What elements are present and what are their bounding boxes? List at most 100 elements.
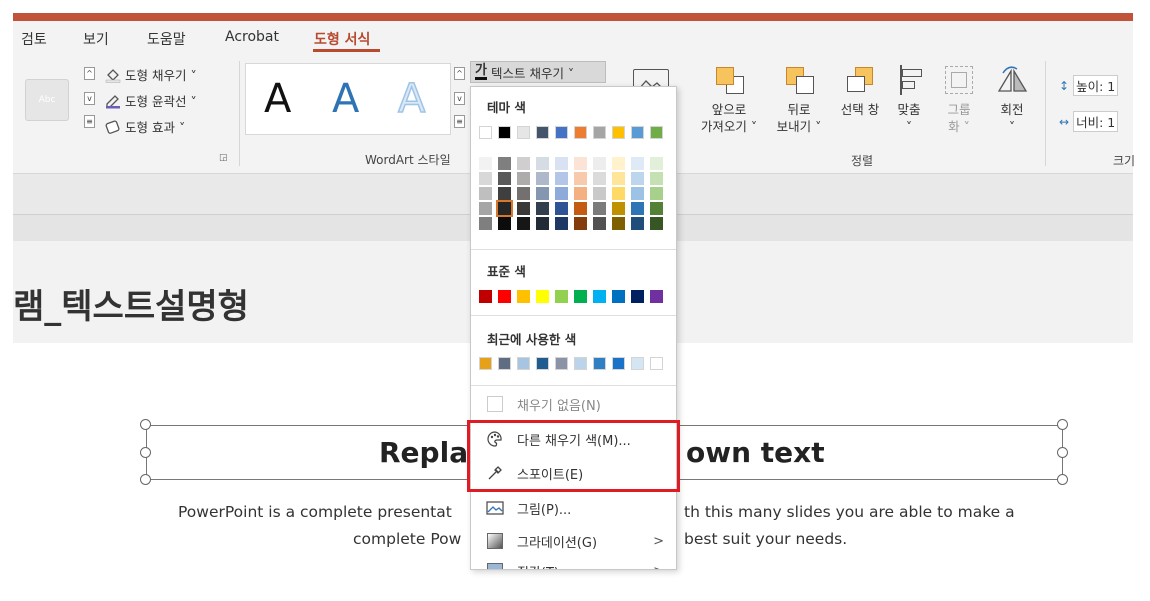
color-swatch[interactable] <box>536 217 549 230</box>
color-swatch[interactable] <box>650 126 663 139</box>
text-fill-button[interactable]: 가 텍스트 채우기 ˅ <box>470 61 606 83</box>
texture-fill-item[interactable]: 질감(T) > <box>471 557 676 569</box>
slide-title[interactable]: 램_텍스트설명형 <box>13 279 249 328</box>
color-swatch[interactable] <box>496 200 513 217</box>
resize-handle[interactable] <box>1057 474 1068 485</box>
color-swatch[interactable] <box>517 290 530 303</box>
color-swatch[interactable] <box>555 290 568 303</box>
gallery-down-button[interactable]: v <box>84 92 95 105</box>
color-swatch[interactable] <box>555 126 568 139</box>
color-swatch[interactable] <box>536 202 549 215</box>
bring-forward-button[interactable]: 앞으로 가져오기 ˅ <box>697 63 761 135</box>
color-swatch[interactable] <box>631 126 644 139</box>
rotate-button[interactable]: 회전 ˅ <box>987 63 1037 135</box>
color-swatch[interactable] <box>650 217 663 230</box>
color-swatch[interactable] <box>479 290 492 303</box>
shape-fill-button[interactable]: 도형 채우기 ˅ <box>104 65 197 84</box>
color-swatch[interactable] <box>574 126 587 139</box>
color-swatch[interactable] <box>536 126 549 139</box>
color-swatch[interactable] <box>631 157 644 170</box>
color-swatch[interactable] <box>479 187 492 200</box>
color-swatch[interactable] <box>631 217 644 230</box>
color-swatch[interactable] <box>536 157 549 170</box>
color-swatch[interactable] <box>593 157 606 170</box>
shape-outline-button[interactable]: 도형 윤곽선 ˅ <box>104 91 197 110</box>
color-swatch[interactable] <box>612 202 625 215</box>
resize-handle[interactable] <box>140 419 151 430</box>
gradient-fill-item[interactable]: 그라데이션(G) > <box>471 527 676 555</box>
shape-effects-button[interactable]: 도형 효과 ˅ <box>104 117 185 136</box>
color-swatch[interactable] <box>555 357 568 370</box>
color-swatch[interactable] <box>574 157 587 170</box>
color-swatch[interactable] <box>498 157 511 170</box>
color-swatch[interactable] <box>555 217 568 230</box>
resize-handle[interactable] <box>1057 447 1068 458</box>
shape-style-sample[interactable]: Abc <box>25 79 69 121</box>
color-swatch[interactable] <box>555 172 568 185</box>
color-swatch[interactable] <box>517 187 530 200</box>
color-swatch[interactable] <box>612 290 625 303</box>
color-swatch[interactable] <box>593 357 606 370</box>
color-swatch[interactable] <box>650 187 663 200</box>
color-swatch[interactable] <box>536 357 549 370</box>
color-swatch[interactable] <box>517 157 530 170</box>
gallery-more-button[interactable]: ≡ <box>84 115 95 128</box>
resize-handle[interactable] <box>140 447 151 458</box>
color-swatch[interactable] <box>479 157 492 170</box>
color-swatch[interactable] <box>517 202 530 215</box>
color-swatch[interactable] <box>612 187 625 200</box>
resize-handle[interactable] <box>1057 419 1068 430</box>
color-swatch[interactable] <box>536 187 549 200</box>
color-swatch[interactable] <box>631 357 644 370</box>
resize-handle[interactable] <box>140 474 151 485</box>
color-swatch[interactable] <box>555 187 568 200</box>
color-swatch[interactable] <box>574 202 587 215</box>
color-swatch[interactable] <box>517 217 530 230</box>
color-swatch[interactable] <box>650 290 663 303</box>
color-swatch[interactable] <box>650 157 663 170</box>
color-swatch[interactable] <box>612 126 625 139</box>
wordart-down-button[interactable]: v <box>454 92 465 105</box>
color-swatch[interactable] <box>517 172 530 185</box>
color-swatch[interactable] <box>479 126 492 139</box>
tab-review[interactable]: 검토 <box>21 29 47 49</box>
color-swatch[interactable] <box>612 172 625 185</box>
dialog-launcher-icon[interactable]: ◲ <box>219 153 228 163</box>
no-fill-item[interactable]: 채우기 없음(N) <box>471 390 676 418</box>
color-swatch[interactable] <box>593 187 606 200</box>
color-swatch[interactable] <box>517 357 530 370</box>
color-swatch[interactable] <box>612 217 625 230</box>
color-swatch[interactable] <box>536 172 549 185</box>
wordart-up-button[interactable]: ^ <box>454 67 465 80</box>
wordart-style-blue[interactable]: A <box>332 76 359 122</box>
tab-help[interactable]: 도움말 <box>147 29 186 49</box>
color-swatch[interactable] <box>593 172 606 185</box>
color-swatch[interactable] <box>536 290 549 303</box>
color-swatch[interactable] <box>650 202 663 215</box>
tab-acrobat[interactable]: Acrobat <box>225 29 279 45</box>
gallery-up-button[interactable]: ^ <box>84 67 95 80</box>
color-swatch[interactable] <box>479 202 492 215</box>
send-backward-button[interactable]: 뒤로 보내기 ˅ <box>767 63 831 135</box>
color-swatch[interactable] <box>555 202 568 215</box>
wordart-more-button[interactable]: ≡ <box>454 115 465 128</box>
color-swatch[interactable] <box>498 187 511 200</box>
color-swatch[interactable] <box>574 187 587 200</box>
color-swatch[interactable] <box>517 126 530 139</box>
color-swatch[interactable] <box>498 217 511 230</box>
color-swatch[interactable] <box>574 217 587 230</box>
color-swatch[interactable] <box>631 290 644 303</box>
color-swatch[interactable] <box>612 157 625 170</box>
color-swatch[interactable] <box>555 157 568 170</box>
picture-fill-item[interactable]: 그림(P)... <box>471 494 676 522</box>
color-swatch[interactable] <box>593 290 606 303</box>
color-swatch[interactable] <box>631 202 644 215</box>
color-swatch[interactable] <box>593 202 606 215</box>
color-swatch[interactable] <box>479 357 492 370</box>
color-swatch[interactable] <box>650 172 663 185</box>
color-swatch[interactable] <box>479 172 492 185</box>
color-swatch[interactable] <box>612 357 625 370</box>
color-swatch[interactable] <box>593 217 606 230</box>
height-field[interactable]: ↕ 높이: 1 <box>1059 75 1119 96</box>
color-swatch[interactable] <box>574 290 587 303</box>
